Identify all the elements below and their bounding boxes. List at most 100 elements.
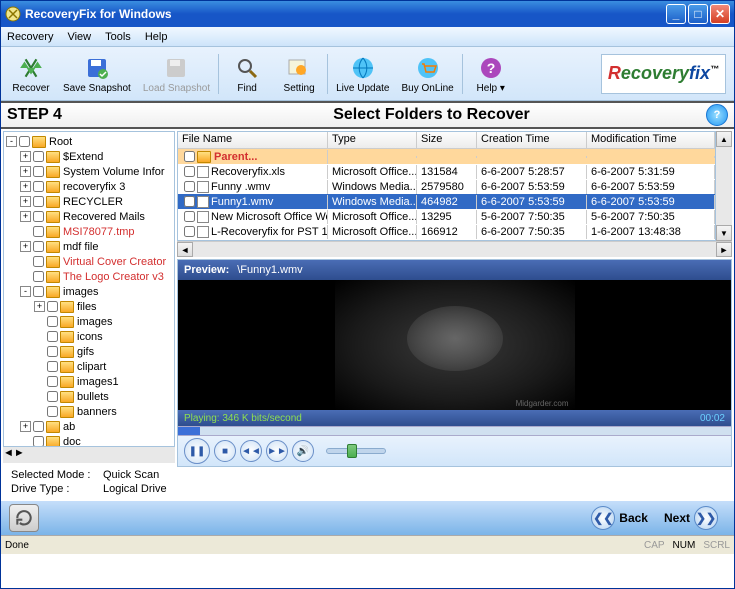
tree-node[interactable]: +Recovered Mails: [6, 209, 172, 224]
load-snapshot-button[interactable]: Load Snapshot: [137, 49, 216, 99]
tree-node[interactable]: images1: [6, 374, 172, 389]
col-modification-time[interactable]: Modification Time: [587, 132, 715, 148]
file-row[interactable]: L-Recoveryfix for PST 1 june-...Microsof…: [178, 224, 715, 239]
tree-node[interactable]: +recoveryfix 3: [6, 179, 172, 194]
file-list-hscrollbar[interactable]: ◄ ►: [177, 241, 732, 257]
tree-node[interactable]: +RECYCLER: [6, 194, 172, 209]
tree-node[interactable]: icons: [6, 329, 172, 344]
file-row[interactable]: Recoveryfix.xlsMicrosoft Office...131584…: [178, 164, 715, 179]
expand-toggle[interactable]: +: [20, 211, 31, 222]
tree-checkbox[interactable]: [33, 166, 44, 177]
tree-node[interactable]: doc: [6, 434, 172, 447]
tree-node[interactable]: +mdf file: [6, 239, 172, 254]
tree-checkbox[interactable]: [47, 316, 58, 327]
tree-checkbox[interactable]: [33, 211, 44, 222]
tree-hscrollbar[interactable]: ◄ ►: [3, 447, 175, 463]
row-checkbox[interactable]: [184, 226, 195, 237]
tree-checkbox[interactable]: [47, 361, 58, 372]
tree-node[interactable]: bullets: [6, 389, 172, 404]
mute-button[interactable]: 🔊: [292, 440, 314, 462]
file-row[interactable]: New Microsoft Office Word Do...Microsoft…: [178, 209, 715, 224]
tree-checkbox[interactable]: [33, 256, 44, 267]
tree-checkbox[interactable]: [33, 421, 44, 432]
tree-node[interactable]: +System Volume Infor: [6, 164, 172, 179]
recover-button[interactable]: Recover: [5, 49, 57, 99]
scroll-down-button[interactable]: ▼: [716, 225, 732, 241]
col-creation-time[interactable]: Creation Time: [477, 132, 587, 148]
scroll-right-button[interactable]: ►: [14, 447, 25, 463]
context-help-button[interactable]: ?: [706, 104, 728, 126]
tree-checkbox[interactable]: [33, 436, 44, 447]
tree-checkbox[interactable]: [47, 406, 58, 417]
tree-checkbox[interactable]: [33, 196, 44, 207]
expand-toggle[interactable]: +: [20, 181, 31, 192]
volume-slider[interactable]: [326, 448, 386, 454]
tree-node[interactable]: -Root: [6, 134, 172, 149]
prev-button[interactable]: ◄◄: [240, 440, 262, 462]
tree-node[interactable]: The Logo Creator v3: [6, 269, 172, 284]
tree-checkbox[interactable]: [19, 136, 30, 147]
expand-toggle[interactable]: +: [20, 166, 31, 177]
expand-toggle[interactable]: +: [20, 421, 31, 432]
row-checkbox[interactable]: [184, 211, 195, 222]
expand-toggle[interactable]: -: [6, 136, 17, 147]
buy-online-button[interactable]: Buy OnLine: [395, 49, 459, 99]
expand-toggle[interactable]: +: [20, 241, 31, 252]
tree-checkbox[interactable]: [47, 331, 58, 342]
tree-node[interactable]: gifs: [6, 344, 172, 359]
save-snapshot-button[interactable]: Save Snapshot: [57, 49, 137, 99]
file-list-vscrollbar[interactable]: ▲ ▼: [716, 131, 732, 241]
tree-node[interactable]: +$Extend: [6, 149, 172, 164]
parent-row[interactable]: Parent...: [178, 149, 715, 164]
tree-node[interactable]: +files: [6, 299, 172, 314]
setting-button[interactable]: Setting: [273, 49, 325, 99]
next-button[interactable]: Next ❯❯: [656, 502, 726, 534]
tree-checkbox[interactable]: [33, 241, 44, 252]
row-checkbox[interactable]: [184, 151, 195, 162]
expand-toggle[interactable]: +: [20, 196, 31, 207]
seek-bar[interactable]: [178, 426, 731, 436]
recover-nav-button[interactable]: [9, 504, 39, 532]
pause-button[interactable]: ❚❚: [184, 438, 210, 464]
folder-tree[interactable]: -Root+$Extend+System Volume Infor+recove…: [3, 131, 175, 447]
minimize-button[interactable]: _: [666, 4, 686, 24]
maximize-button[interactable]: □: [688, 4, 708, 24]
tree-node[interactable]: Virtual Cover Creator: [6, 254, 172, 269]
scroll-left-button[interactable]: ◄: [177, 242, 193, 257]
next-button[interactable]: ►►: [266, 440, 288, 462]
expand-toggle[interactable]: +: [20, 151, 31, 162]
scroll-up-button[interactable]: ▲: [716, 131, 732, 147]
live-update-button[interactable]: Live Update: [330, 49, 395, 99]
help-button[interactable]: ? Help ▾: [465, 49, 517, 99]
close-button[interactable]: ✕: [710, 4, 730, 24]
scroll-right-button[interactable]: ►: [716, 242, 732, 257]
tree-checkbox[interactable]: [47, 301, 58, 312]
row-checkbox[interactable]: [184, 166, 195, 177]
tree-checkbox[interactable]: [47, 376, 58, 387]
scroll-left-button[interactable]: ◄: [3, 447, 14, 463]
tree-node[interactable]: clipart: [6, 359, 172, 374]
video-area[interactable]: Midgarder.com: [178, 280, 731, 410]
col-size[interactable]: Size: [417, 132, 477, 148]
tree-node[interactable]: -images: [6, 284, 172, 299]
col-type[interactable]: Type: [328, 132, 417, 148]
col-filename[interactable]: File Name: [178, 132, 328, 148]
back-button[interactable]: ❮❮ Back: [583, 502, 656, 534]
menu-tools[interactable]: Tools: [105, 31, 131, 43]
tree-node[interactable]: banners: [6, 404, 172, 419]
tree-node[interactable]: +ab: [6, 419, 172, 434]
menu-recovery[interactable]: Recovery: [7, 31, 53, 43]
tree-checkbox[interactable]: [33, 226, 44, 237]
row-checkbox[interactable]: [184, 181, 195, 192]
tree-checkbox[interactable]: [33, 286, 44, 297]
tree-checkbox[interactable]: [33, 271, 44, 282]
find-button[interactable]: Find: [221, 49, 273, 99]
stop-button[interactable]: ■: [214, 440, 236, 462]
tree-checkbox[interactable]: [47, 391, 58, 402]
menu-view[interactable]: View: [67, 31, 91, 43]
tree-checkbox[interactable]: [33, 151, 44, 162]
tree-node[interactable]: MSI78077.tmp: [6, 224, 172, 239]
expand-toggle[interactable]: +: [34, 301, 45, 312]
tree-node[interactable]: images: [6, 314, 172, 329]
file-row[interactable]: Funny1.wmvWindows Media...4649826-6-2007…: [178, 194, 715, 209]
